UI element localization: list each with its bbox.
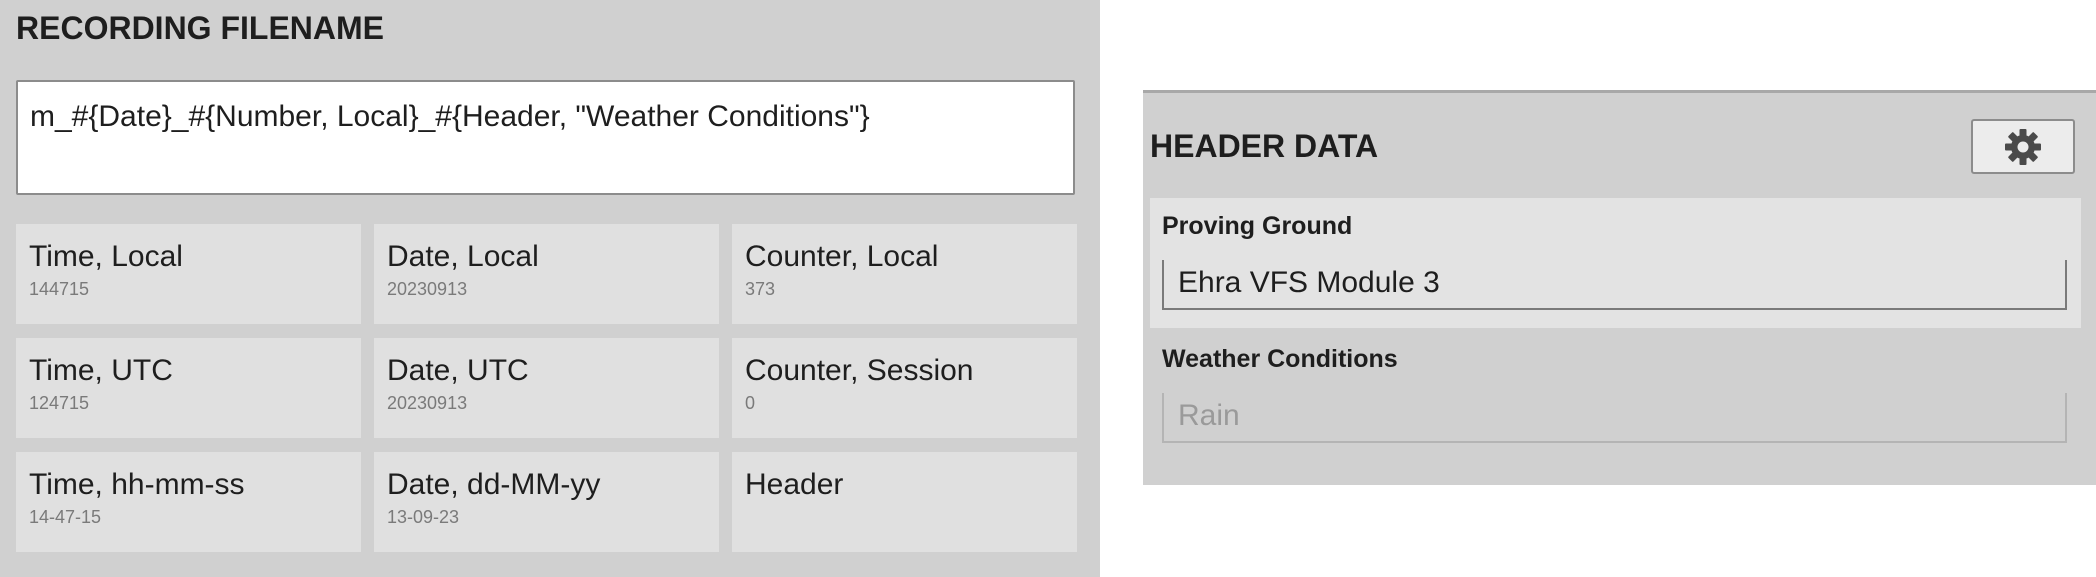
tile-value: 20230913 bbox=[387, 279, 468, 299]
proving-ground-input[interactable]: Ehra VFS Module 3 bbox=[1162, 260, 2067, 310]
placeholder-tile-header[interactable]: Header bbox=[732, 452, 1077, 552]
placeholder-tile-counter-session[interactable]: Counter, Session 0 bbox=[732, 338, 1077, 438]
placeholder-tile-time-local[interactable]: Time, Local 144715 bbox=[16, 224, 361, 324]
gear-icon bbox=[2005, 128, 2041, 165]
header-data-panel: HEADER DATA Proving Ground Ehra VFS Modu… bbox=[1143, 90, 2096, 485]
tile-value: 13-09-23 bbox=[387, 507, 460, 527]
field-label: Weather Conditions bbox=[1162, 345, 1398, 373]
tile-label: Counter, Session bbox=[745, 354, 974, 387]
tile-label: Date, dd-MM-yy bbox=[387, 468, 601, 501]
settings-button[interactable] bbox=[1971, 119, 2075, 174]
placeholder-tile-date-local[interactable]: Date, Local 20230913 bbox=[374, 224, 719, 324]
tile-value: 124715 bbox=[29, 393, 90, 413]
field-label: Proving Ground bbox=[1162, 212, 1353, 240]
field-proving-ground: Proving Ground Ehra VFS Module 3 bbox=[1150, 198, 2081, 328]
weather-conditions-input[interactable]: Rain bbox=[1162, 393, 2067, 443]
tile-label: Time, Local bbox=[29, 240, 183, 273]
placeholder-tile-date-utc[interactable]: Date, UTC 20230913 bbox=[374, 338, 719, 438]
field-weather-conditions: Weather Conditions Rain bbox=[1150, 331, 2081, 461]
tile-value: 373 bbox=[745, 279, 776, 299]
header-data-title: HEADER DATA bbox=[1150, 128, 1379, 164]
tile-label: Time, UTC bbox=[29, 354, 173, 387]
tile-value: 0 bbox=[745, 393, 756, 413]
tile-value: 20230913 bbox=[387, 393, 468, 413]
tile-label: Header bbox=[745, 468, 844, 501]
tile-label: Date, UTC bbox=[387, 354, 529, 387]
filename-pattern-input[interactable]: m_#{Date}_#{Number, Local}_#{Header, "We… bbox=[16, 80, 1075, 195]
tile-label: Date, Local bbox=[387, 240, 539, 273]
recording-filename-panel: RECORDING FILENAME m_#{Date}_#{Number, L… bbox=[0, 0, 1100, 577]
recording-filename-title: RECORDING FILENAME bbox=[16, 10, 384, 46]
placeholder-tile-date-dd-mm-yy[interactable]: Date, dd-MM-yy 13-09-23 bbox=[374, 452, 719, 552]
tile-label: Counter, Local bbox=[745, 240, 939, 273]
tile-value: 14-47-15 bbox=[29, 507, 102, 527]
placeholder-tile-counter-local[interactable]: Counter, Local 373 bbox=[732, 224, 1077, 324]
placeholder-tile-time-utc[interactable]: Time, UTC 124715 bbox=[16, 338, 361, 438]
tile-label: Time, hh-mm-ss bbox=[29, 468, 245, 501]
tile-value: 144715 bbox=[29, 279, 90, 299]
placeholder-tile-time-hh-mm-ss[interactable]: Time, hh-mm-ss 14-47-15 bbox=[16, 452, 361, 552]
